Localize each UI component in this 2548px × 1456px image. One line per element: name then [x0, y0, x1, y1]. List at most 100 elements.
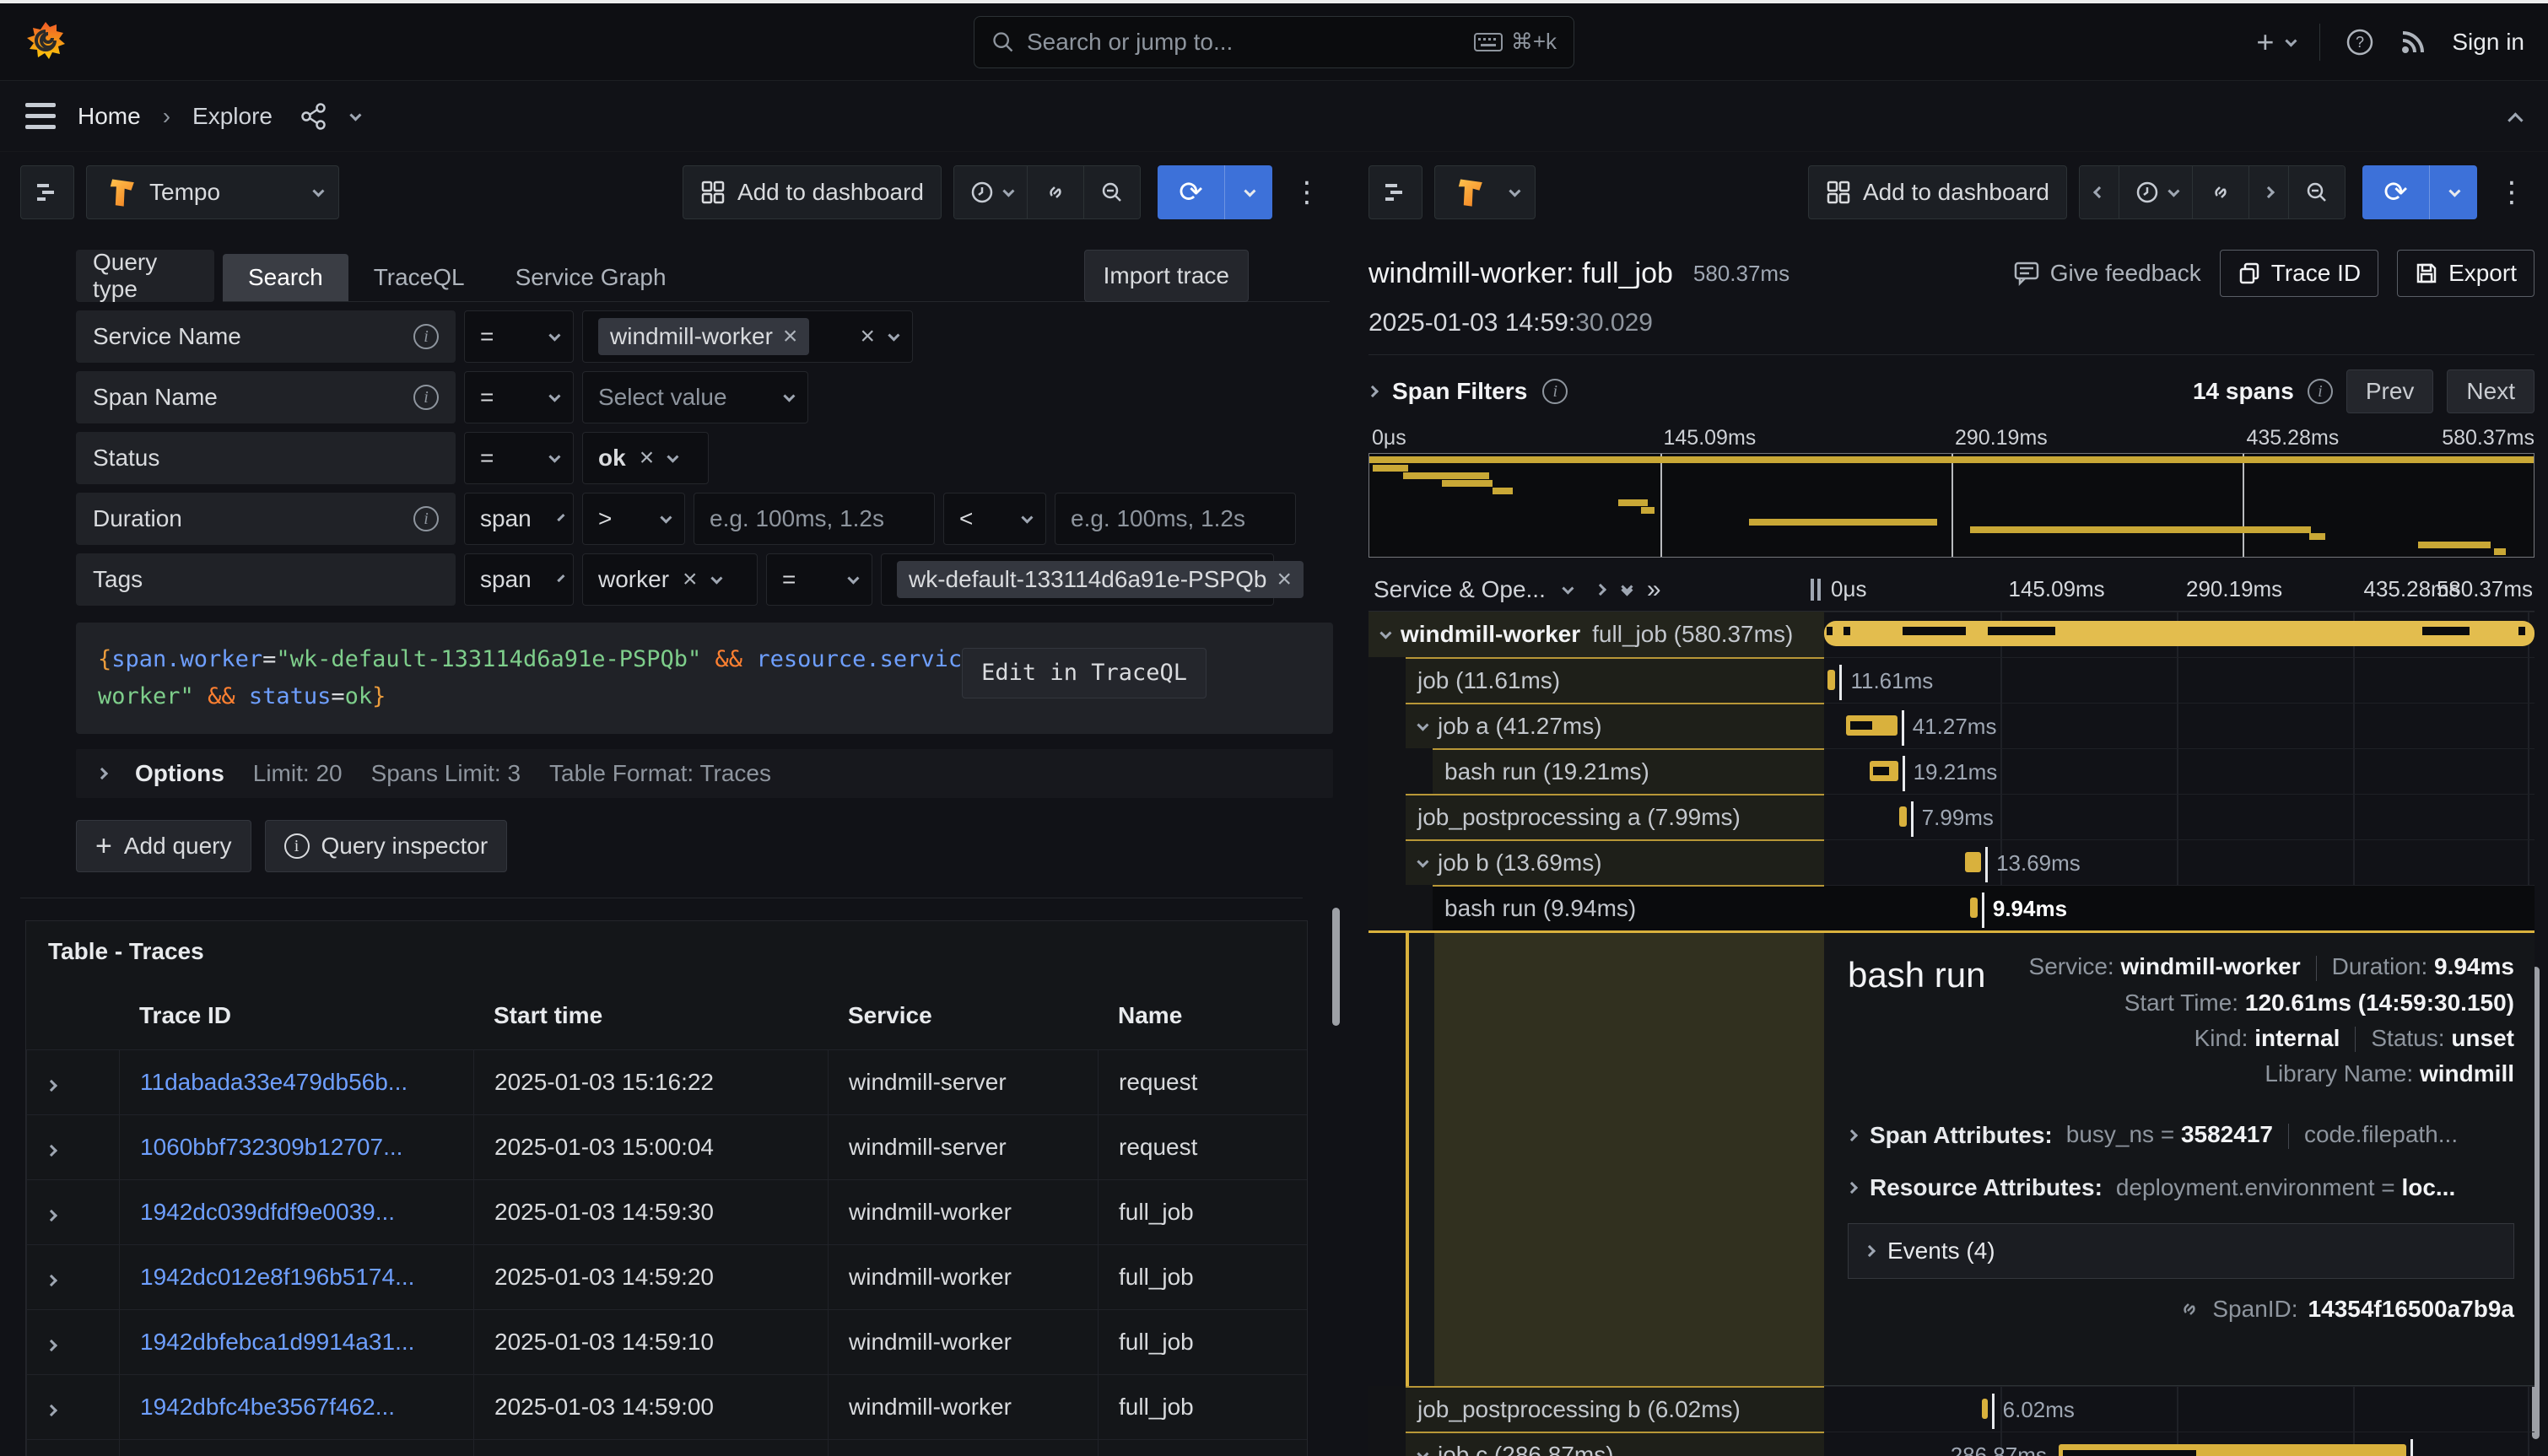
info-icon[interactable]: i: [413, 385, 439, 410]
duration-gt-operator[interactable]: >: [582, 493, 685, 545]
remove-chip-icon[interactable]: ×: [783, 324, 798, 349]
span-row[interactable]: job_postprocessing a (7.99ms) 7.99ms: [1368, 794, 2535, 839]
span-track[interactable]: [1824, 612, 2535, 657]
duration-min-input[interactable]: e.g. 100ms, 1.2s: [694, 493, 935, 545]
collapse-all-icon[interactable]: »: [1647, 575, 1661, 604]
tag-value-chip[interactable]: wk-default-133114d6a91e-PSPQb×: [897, 561, 1304, 598]
trace-id-link[interactable]: 1942dc039dfdf9e0039...: [119, 1179, 473, 1244]
span-track[interactable]: 6.02ms: [1824, 1386, 2535, 1432]
span-bar[interactable]: [1965, 852, 1981, 872]
trace-id-link[interactable]: 1942dbfc4be3567f462...: [119, 1374, 473, 1439]
span-track[interactable]: 11.61ms: [1824, 657, 2535, 703]
span-bar[interactable]: [1824, 621, 2535, 646]
column-header[interactable]: Start time: [473, 987, 828, 1049]
span-track[interactable]: 286.87ms: [1824, 1432, 2535, 1456]
zoom-out-button[interactable]: [1084, 166, 1140, 218]
search-input[interactable]: Search or jump to... ⌘+k: [974, 16, 1574, 68]
span-bar[interactable]: [1899, 806, 1906, 827]
span-row[interactable]: job b (13.69ms) 13.69ms: [1368, 839, 2535, 885]
span-row[interactable]: job (11.61ms) 11.61ms: [1368, 657, 2535, 703]
link-split-button[interactable]: [2193, 166, 2249, 218]
trace-id-link[interactable]: 1060bbf732309b12707...: [119, 1114, 473, 1179]
add-to-dashboard-button[interactable]: Add to dashboard: [683, 165, 942, 219]
column-header[interactable]: Service: [828, 987, 1098, 1049]
service-operation-column-header[interactable]: Service & Ope...: [1374, 576, 1546, 603]
help-icon[interactable]: ?: [2346, 28, 2374, 57]
time-picker-button[interactable]: [2119, 166, 2193, 218]
resource-attributes-row[interactable]: Resource Attributes: deployment.environm…: [1848, 1174, 2526, 1201]
panel-kebab-menu[interactable]: ⋮: [2489, 175, 2535, 209]
row-expand-chevron[interactable]: [26, 1439, 119, 1456]
shift-time-back-button[interactable]: [2080, 166, 2119, 218]
row-expand-chevron[interactable]: [26, 1114, 119, 1179]
breadcrumb-home[interactable]: Home: [78, 103, 141, 130]
span-bar[interactable]: [1846, 715, 1898, 736]
span-attributes-row[interactable]: Span Attributes: busy_ns = 3582417code.f…: [1848, 1121, 2526, 1149]
panel-kebab-menu[interactable]: ⋮: [1284, 175, 1330, 209]
span-bar[interactable]: [1870, 761, 1898, 781]
expand-all-icon[interactable]: [1622, 584, 1630, 596]
link-icon[interactable]: [2177, 1297, 2202, 1322]
row-expand-chevron[interactable]: [26, 1309, 119, 1374]
span-track[interactable]: 9.94ms: [1824, 885, 2535, 930]
grafana-logo[interactable]: [24, 20, 67, 64]
collapse-one-icon[interactable]: [1595, 583, 1606, 595]
next-span-button[interactable]: Next: [2447, 369, 2535, 413]
span-bar[interactable]: [1982, 1399, 1988, 1419]
tags-operator[interactable]: =: [766, 553, 872, 606]
span-collapse-chevron[interactable]: [1417, 856, 1428, 868]
time-picker-button[interactable]: [954, 166, 1028, 218]
datasource-picker[interactable]: [1434, 165, 1536, 219]
collapse-panel-chevron-up-icon[interactable]: [2512, 103, 2523, 130]
span-collapse-chevron[interactable]: [1417, 1448, 1428, 1456]
span-row[interactable]: job c (286.87ms) 286.87ms: [1368, 1432, 2535, 1456]
shift-time-forward-button[interactable]: [2249, 166, 2289, 218]
span-row[interactable]: job a (41.27ms) 41.27ms: [1368, 703, 2535, 748]
span-row[interactable]: windmill-workerfull_job (580.37ms): [1368, 612, 2535, 657]
options-expand-chevron[interactable]: [96, 768, 108, 779]
trace-id-link[interactable]: 1942dbf9d9fa6108d0d1...: [119, 1439, 473, 1456]
duration-lt-operator[interactable]: <: [943, 493, 1046, 545]
trace-id-link[interactable]: 1942dc012e8f196b5174...: [119, 1244, 473, 1309]
row-expand-chevron[interactable]: [26, 1179, 119, 1244]
add-to-dashboard-button[interactable]: Add to dashboard: [1808, 165, 2067, 219]
duration-max-input[interactable]: e.g. 100ms, 1.2s: [1055, 493, 1296, 545]
span-collapse-chevron[interactable]: [1417, 720, 1428, 731]
prev-span-button[interactable]: Prev: [2346, 369, 2434, 413]
tab-search[interactable]: Search: [223, 254, 348, 301]
span-track[interactable]: 19.21ms: [1824, 748, 2535, 794]
sign-in-link[interactable]: Sign in: [2452, 29, 2524, 56]
tags-scope-select[interactable]: span: [464, 553, 574, 606]
tab-service-graph[interactable]: Service Graph: [490, 254, 692, 301]
share-icon[interactable]: [300, 102, 328, 131]
clear-icon[interactable]: ×: [860, 324, 875, 349]
trace-id-button[interactable]: Trace ID: [2220, 250, 2378, 297]
span-track[interactable]: 13.69ms: [1824, 839, 2535, 885]
breadcrumb-explore[interactable]: Explore: [192, 103, 273, 130]
span-bar[interactable]: [1827, 670, 1835, 690]
span-name-value[interactable]: Select value: [582, 371, 808, 423]
new-menu-button[interactable]: +: [2256, 24, 2294, 60]
span-bar[interactable]: [1970, 898, 1978, 918]
events-row[interactable]: Events (4): [1848, 1223, 2514, 1279]
run-query-button[interactable]: ⟳: [1158, 165, 1272, 219]
status-operator[interactable]: =: [464, 432, 574, 484]
run-query-button[interactable]: ⟳: [2362, 165, 2477, 219]
zoom-out-button[interactable]: [2289, 166, 2345, 218]
service-name-operator[interactable]: =: [464, 310, 574, 363]
query-outline-button[interactable]: [1368, 165, 1422, 219]
duration-scope-select[interactable]: span: [464, 493, 574, 545]
trace-id-link[interactable]: 1942dbfebca1d9914a31...: [119, 1309, 473, 1374]
span-track[interactable]: 7.99ms: [1824, 794, 2535, 839]
service-name-value[interactable]: windmill-worker× ×: [582, 310, 913, 363]
span-collapse-chevron[interactable]: [1379, 628, 1391, 639]
span-filters-expand-chevron[interactable]: [1367, 386, 1379, 397]
remove-chip-icon[interactable]: ×: [1277, 567, 1292, 592]
span-name-operator[interactable]: =: [464, 371, 574, 423]
remove-chip-icon[interactable]: ×: [640, 445, 655, 471]
span-row[interactable]: bash run (19.21ms) 19.21ms: [1368, 748, 2535, 794]
span-track[interactable]: 41.27ms: [1824, 703, 2535, 748]
span-row[interactable]: job_postprocessing b (6.02ms) 6.02ms: [1368, 1386, 2535, 1432]
service-name-chip[interactable]: windmill-worker×: [598, 318, 809, 355]
info-icon[interactable]: i: [1542, 379, 1568, 404]
